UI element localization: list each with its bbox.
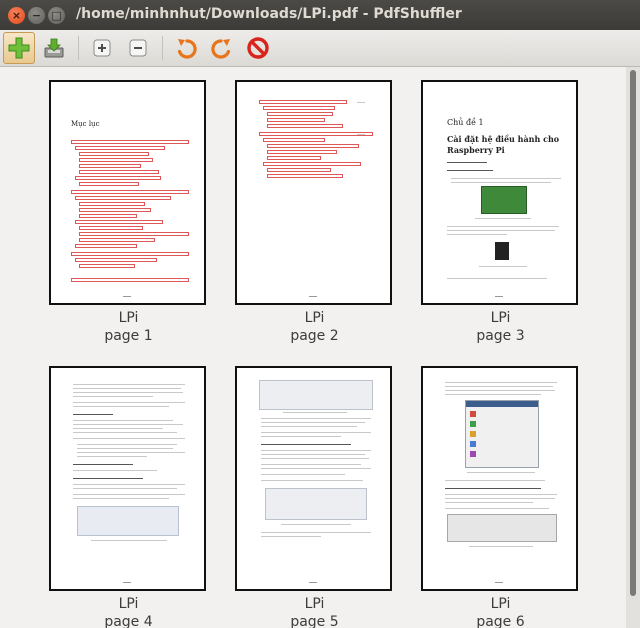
screenshot-figure	[465, 400, 539, 468]
zoom-out-button[interactable]	[122, 32, 154, 64]
page-number-label: page 4	[104, 614, 153, 628]
page-number-label: page 3	[476, 328, 525, 344]
zoom-out-icon	[129, 39, 147, 57]
page-heading: Mục lục	[71, 120, 100, 128]
page-thumbnail[interactable]	[49, 366, 206, 591]
delete-button[interactable]	[242, 32, 274, 64]
rotate-right-button[interactable]	[206, 32, 238, 64]
screenshot-figure	[259, 380, 373, 410]
raspberry-pi-board-image	[481, 186, 527, 214]
rotate-left-button[interactable]	[170, 32, 202, 64]
toolbar	[0, 30, 640, 67]
zoom-in-button[interactable]	[86, 32, 118, 64]
page-thumbnail-item[interactable]: Chủ đề 1 Cài đặt hệ điều hành cho Raspbe…	[418, 67, 598, 344]
page-thumbnail[interactable]	[235, 80, 392, 305]
page-heading: Cài đặt hệ điều hành cho Raspberry Pi	[447, 134, 560, 155]
page-thumbnail[interactable]	[235, 366, 392, 591]
page-thumbnail-view[interactable]: Mục lục LPi page 1 LPi page 2 Chủ đề 1 C…	[0, 67, 626, 628]
page-thumbnail-item[interactable]: LPi page 5	[232, 353, 412, 628]
page-number-label: page 6	[476, 614, 525, 628]
page-thumbnail[interactable]	[421, 366, 578, 591]
window-title: /home/minhnhut/Downloads/LPi.pdf - PdfSh…	[76, 6, 462, 22]
rotate-left-icon	[177, 39, 197, 59]
page-thumbnail[interactable]: Mục lục	[49, 80, 206, 305]
zoom-in-icon	[93, 39, 111, 57]
save-download-icon	[44, 38, 64, 58]
sd-card-image	[495, 242, 509, 260]
toolbar-separator	[78, 36, 79, 60]
screenshot-figure	[265, 488, 367, 520]
page-filename-label: LPi	[490, 310, 511, 326]
page-thumbnail-item[interactable]: LPi page 4	[46, 353, 226, 628]
page-thumbnail[interactable]: Chủ đề 1 Cài đặt hệ điều hành cho Raspbe…	[421, 80, 578, 305]
page-number-label: page 2	[290, 328, 339, 344]
close-window-button[interactable]: ×	[8, 7, 25, 24]
page-filename-label: LPi	[118, 596, 139, 612]
page-thumbnail-item[interactable]: Mục lục LPi page 1	[46, 67, 226, 344]
chapter-label: Chủ đề 1	[447, 118, 484, 127]
page-thumbnail-item[interactable]: LPi page 2	[232, 67, 412, 344]
page-filename-label: LPi	[304, 310, 325, 326]
scrollbar-thumb[interactable]	[630, 70, 636, 596]
page-number-label: page 5	[290, 614, 339, 628]
export-button[interactable]	[38, 32, 70, 64]
add-file-button[interactable]	[3, 32, 35, 64]
page-filename-label: LPi	[118, 310, 139, 326]
screenshot-figure	[447, 514, 557, 542]
maximize-window-button[interactable]: □	[48, 7, 65, 24]
page-filename-label: LPi	[304, 596, 325, 612]
page-number-label: page 1	[104, 328, 153, 344]
screenshot-figure	[77, 506, 179, 536]
vertical-scrollbar[interactable]	[626, 67, 640, 628]
title-bar: × − □ /home/minhnhut/Downloads/LPi.pdf -…	[0, 0, 640, 30]
green-plus-icon	[8, 37, 30, 59]
minimize-window-button[interactable]: −	[28, 7, 45, 24]
page-filename-label: LPi	[490, 596, 511, 612]
delete-icon	[247, 37, 269, 59]
toolbar-separator	[162, 36, 163, 60]
page-thumbnail-item[interactable]: LPi page 6	[418, 353, 598, 628]
rotate-right-icon	[211, 39, 231, 59]
